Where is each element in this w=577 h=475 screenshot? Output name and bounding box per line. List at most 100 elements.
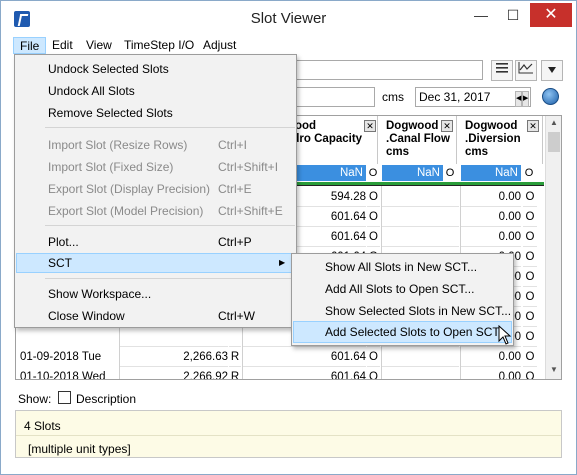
header-line: ydro Capacity [286,133,363,145]
title-bar: Slot Viewer — ☐ ✕ [1,1,576,35]
nan-cell[interactable]: NaN [382,165,443,181]
maximize-button[interactable]: ☐ [498,3,528,27]
date-field[interactable]: Dec 31, 2017 [415,87,531,107]
menu-item-label: Import Slot (Fixed Size) [48,160,174,174]
plot-button[interactable] [515,60,537,81]
scroll-up-icon[interactable]: ▲ [546,116,561,130]
more-options-button[interactable] [541,60,563,81]
flag-cell[interactable]: R [229,367,241,379]
date-prev-icon[interactable]: ◀ [515,91,522,107]
menu-adjust[interactable]: Adjust [197,37,242,54]
flag-cell[interactable] [229,327,241,347]
table-cell[interactable] [382,227,459,247]
list-view-icon [496,63,508,73]
flag-cell[interactable]: O [367,347,380,367]
flag-cell[interactable]: O [523,327,537,347]
table-cell[interactable] [382,367,459,379]
filter-input[interactable] [291,60,483,80]
date-next-icon[interactable]: ▶ [522,91,529,107]
unit-types: [multiple unit types] [28,442,131,456]
table-cell[interactable]: 0.00 [461,367,521,379]
table-cell[interactable] [382,207,459,227]
nan-cell[interactable]: NaN [286,165,366,181]
menu-edit[interactable]: Edit [46,37,79,54]
nan-cell[interactable]: NaN [461,165,521,181]
unit-label: cms [382,90,404,104]
table-cell[interactable]: 0.00 [461,187,521,207]
minimize-button[interactable]: — [466,3,496,27]
menu-item-label: Close Window [48,309,125,323]
flag-cell[interactable]: O [367,367,380,379]
vertical-scrollbar[interactable]: ▲ ▼ [545,116,561,379]
menu-add-all-slots-open-sct[interactable]: Add All Slots to Open SCT... [293,278,512,300]
flag-cell[interactable]: O [523,247,537,267]
header-line: .Diversion [465,133,521,145]
menu-remove-selected-slots[interactable]: Remove Selected Slots [16,103,296,123]
table-cell[interactable]: 601.64 [243,347,366,367]
menu-add-selected-slots-open-sct[interactable]: Add Selected Slots to Open SCT... [293,321,512,343]
column-header-canal-flow[interactable]: Dogwood .Canal Flow cms ✕ [382,116,457,164]
unit-input[interactable] [291,87,375,107]
menu-file[interactable]: File [13,37,47,54]
globe-icon[interactable] [542,88,559,105]
flag-cell[interactable]: O [367,187,380,207]
show-label: Show: [18,392,52,406]
flag-cell[interactable]: O [523,287,537,307]
menu-separator [45,127,295,128]
menu-sct[interactable]: SCT ▶ [16,253,296,273]
menu-close-window[interactable]: Close Window Ctrl+W [16,306,296,326]
table-cell[interactable] [120,327,228,347]
row-date[interactable]: 01-09-2018 Tue [20,347,118,367]
flag-cell[interactable]: O [523,347,537,367]
close-button[interactable]: ✕ [530,3,572,27]
scroll-down-icon[interactable]: ▼ [546,363,561,377]
row-date[interactable] [20,327,118,347]
table-cell[interactable]: 0.00 [461,347,521,367]
menu-item-label: Plot... [48,235,79,249]
flag-cell: O [445,167,455,179]
flag-cell[interactable]: O [523,227,537,247]
menu-undock-selected-slots[interactable]: Undock Selected Slots [16,59,296,79]
table-cell[interactable]: 2,266.63 [120,347,228,367]
description-checkbox[interactable] [58,391,71,404]
header-line: .Canal Flow [386,133,450,145]
flag-cell[interactable]: O [367,207,380,227]
flag-cell[interactable]: O [523,187,537,207]
menu-shortcut: Ctrl+W [218,309,255,323]
menu-undock-all-slots[interactable]: Undock All Slots [16,81,296,101]
flag-cell[interactable]: O [523,307,537,327]
flag-cell[interactable]: O [523,367,537,379]
menu-show-workspace[interactable]: Show Workspace... [16,284,296,304]
date-stepper[interactable]: ◀ ▶ [515,89,530,107]
menu-show-selected-slots-new-sct[interactable]: Show Selected Slots in New SCT... [293,300,512,322]
menu-show-all-slots-new-sct[interactable]: Show All Slots in New SCT... [293,256,512,278]
menu-export-display-precision: Export Slot (Display Precision) Ctrl+E [16,179,296,199]
table-cell[interactable]: 601.64 [243,367,366,379]
scroll-thumb[interactable] [548,132,560,152]
table-cell[interactable] [382,347,459,367]
menu-timestep-io[interactable]: TimeStep I/O [118,37,200,54]
table-cell[interactable]: 2,266.92 [120,367,228,379]
menu-item-label: Export Slot (Display Precision) [48,182,211,196]
flag-cell[interactable]: R [229,347,241,367]
column-header-diversion[interactable]: Dogwood .Diversion cms ✕ [461,116,543,164]
slot-viewer-window: Slot Viewer — ☐ ✕ File Edit View TimeSte… [0,0,577,475]
menu-import-slot-fixed: Import Slot (Fixed Size) Ctrl+Shift+I [16,157,296,177]
column-header-hydro-capacity[interactable]: wood ydro Capacity ✕ [286,116,378,164]
row-date[interactable]: 01-10-2018 Wed [20,367,118,379]
menu-item-label: Import Slot (Resize Rows) [48,138,188,152]
close-column-icon[interactable]: ✕ [527,120,539,132]
menu-view[interactable]: View [80,37,118,54]
flag-cell[interactable]: O [523,207,537,227]
table-cell[interactable] [382,187,459,207]
flag-cell[interactable]: O [523,267,537,287]
menu-shortcut: Ctrl+Shift+E [218,204,283,218]
table-cell[interactable]: 0.00 [461,207,521,227]
close-column-icon[interactable]: ✕ [364,120,376,132]
table-cell[interactable]: 0.00 [461,227,521,247]
flag-cell[interactable]: O [367,227,380,247]
info-panel: 4 Slots [multiple unit types] [15,410,562,458]
list-view-button[interactable] [491,60,513,81]
close-column-icon[interactable]: ✕ [441,120,453,132]
menu-plot[interactable]: Plot... Ctrl+P [16,232,296,252]
